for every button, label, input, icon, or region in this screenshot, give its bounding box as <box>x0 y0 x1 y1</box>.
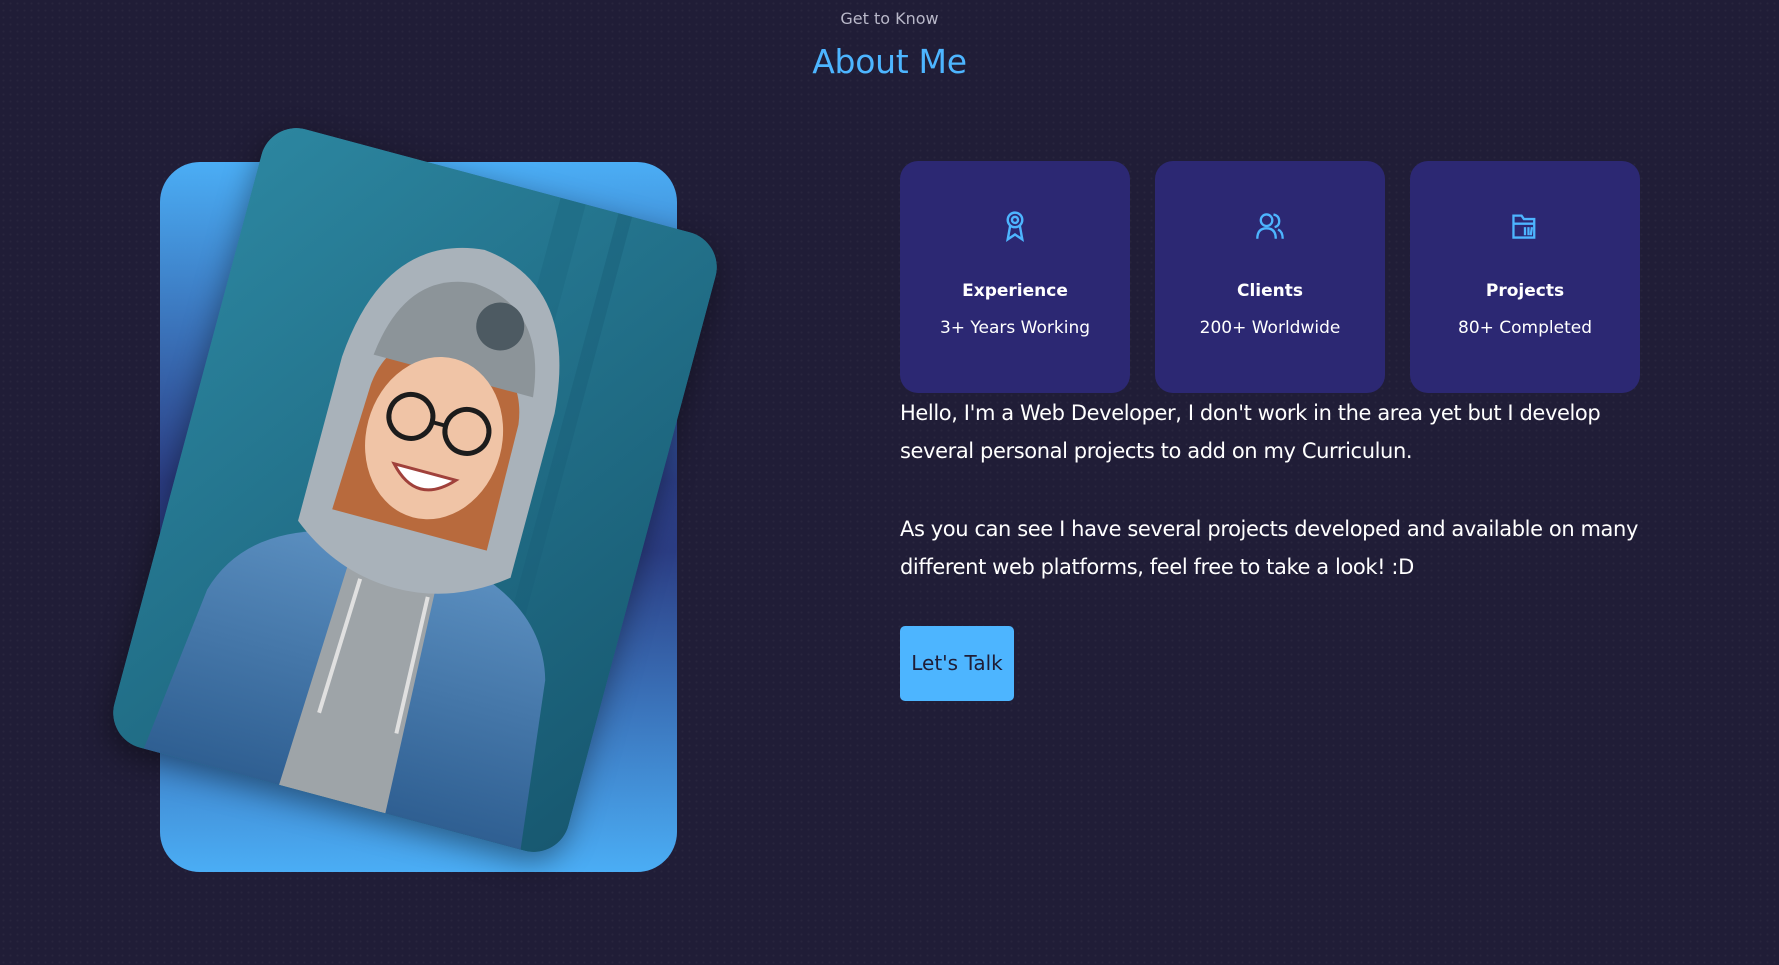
about-paragraph-1: Hello, I'm a Web Developer, I don't work… <box>900 401 1601 463</box>
card-projects: Projects 80+ Completed <box>1410 161 1640 393</box>
lets-talk-button[interactable]: Let's Talk <box>900 626 1014 701</box>
card-title: Projects <box>1485 281 1565 301</box>
award-icon <box>900 209 1130 245</box>
about-paragraph-2: As you can see I have several projects d… <box>900 517 1638 579</box>
profile-photo-area <box>105 110 725 930</box>
card-clients: Clients 200+ Worldwide <box>1155 161 1385 393</box>
stats-cards: Experience 3+ Years Working Clients 200+… <box>900 161 1640 393</box>
folder-icon <box>1410 209 1640 245</box>
card-title: Clients <box>1236 281 1303 301</box>
card-experience: Experience 3+ Years Working <box>900 161 1130 393</box>
card-subtitle: 80+ Completed <box>1458 318 1592 338</box>
card-subtitle: 3+ Years Working <box>939 318 1091 338</box>
users-icon <box>1155 209 1385 245</box>
card-subtitle: 200+ Worldwide <box>1199 318 1341 338</box>
section-eyebrow: Get to Know <box>840 9 939 28</box>
card-title: Experience <box>962 281 1068 301</box>
section-title: About Me <box>812 42 967 81</box>
